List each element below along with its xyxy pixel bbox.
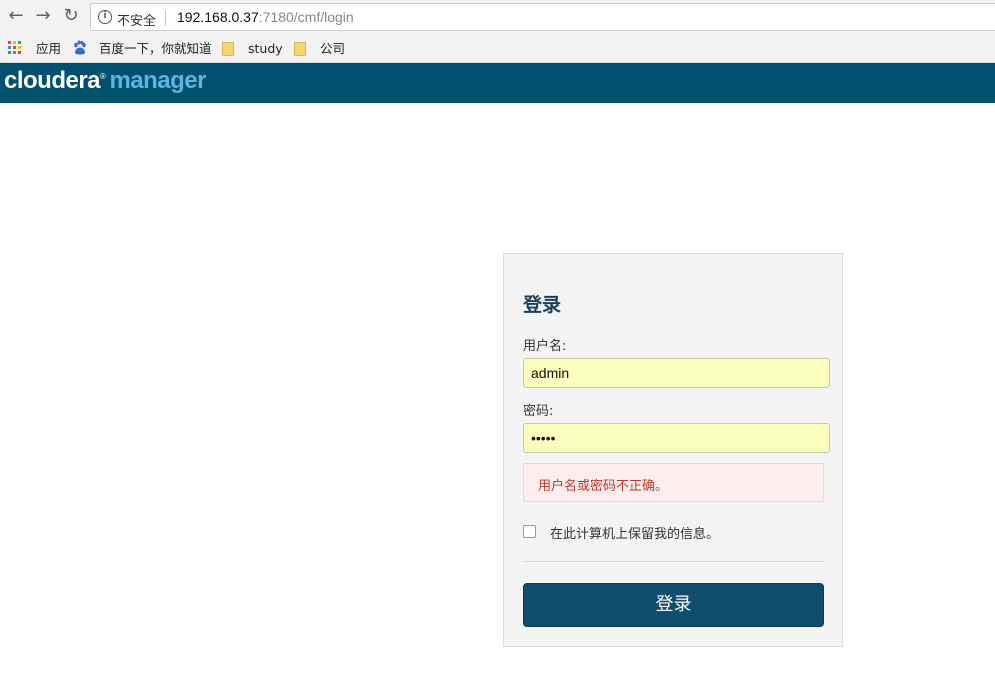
- bookmark-study[interactable]: study: [248, 40, 283, 58]
- password-input[interactable]: [523, 423, 830, 453]
- cloudera-manager-logo[interactable]: cloudera® manager: [4, 67, 206, 95]
- apps-grid-icon[interactable]: [8, 41, 22, 55]
- brand-secondary: manager: [109, 67, 206, 94]
- remember-me-checkbox[interactable]: [523, 525, 536, 538]
- url-host: 192.168.0.37: [177, 9, 259, 25]
- reload-icon[interactable]: ↻: [61, 6, 81, 26]
- bookmark-company[interactable]: 公司: [320, 40, 345, 58]
- password-label: 密码:: [523, 404, 554, 419]
- remember-me-label[interactable]: 在此计算机上保留我的信息。: [550, 523, 719, 542]
- registered-mark: ®: [100, 72, 106, 81]
- username-input[interactable]: [523, 358, 830, 388]
- app-header: cloudera® manager: [0, 63, 995, 103]
- folder-icon[interactable]: [294, 42, 306, 56]
- forward-arrow-icon[interactable]: →: [33, 6, 53, 26]
- error-message: 用户名或密码不正确。: [538, 479, 669, 494]
- baidu-paw-icon[interactable]: [72, 40, 88, 56]
- brand-primary: cloudera: [4, 67, 101, 94]
- url-text[interactable]: 192.168.0.37:7180/cmf/login: [177, 9, 354, 25]
- browser-toolbar: ← → ↻ i 不安全 192.168.0.37:7180/cmf/login: [0, 0, 995, 34]
- login-title: 登录: [523, 294, 562, 316]
- info-icon[interactable]: i: [98, 10, 112, 24]
- bookmark-baidu[interactable]: 百度一下，你就知道: [99, 40, 212, 58]
- bookmarks-bar: 应用 百度一下，你就知道 study 公司: [0, 34, 995, 63]
- login-panel: 登录 用户名: 密码: 用户名或密码不正确。 在此计算机上保留我的信息。 登录: [503, 253, 843, 647]
- error-alert: 用户名或密码不正确。: [523, 463, 824, 502]
- login-button[interactable]: 登录: [523, 583, 824, 627]
- divider: [523, 561, 824, 562]
- back-arrow-icon[interactable]: ←: [6, 6, 26, 26]
- security-status[interactable]: 不安全: [117, 10, 156, 29]
- username-label: 用户名:: [523, 339, 567, 354]
- folder-icon[interactable]: [222, 42, 234, 56]
- address-bar[interactable]: i 不安全 192.168.0.37:7180/cmf/login: [90, 3, 995, 31]
- url-path: :7180/cmf/login: [258, 9, 354, 25]
- bookmark-apps[interactable]: 应用: [36, 40, 61, 58]
- address-separator: [165, 10, 166, 26]
